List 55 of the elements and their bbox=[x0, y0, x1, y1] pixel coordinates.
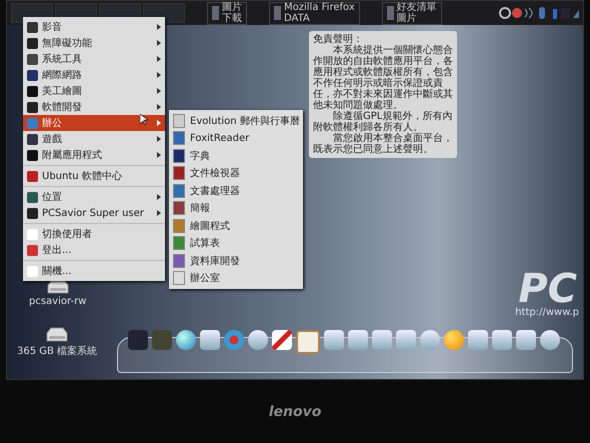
globe-icon[interactable] bbox=[176, 330, 196, 350]
menu-item[interactable]: 文書處理器 bbox=[169, 182, 303, 200]
tray-icons-drawing[interactable] bbox=[499, 6, 579, 20]
bezel-brand-text: lenovo bbox=[268, 404, 322, 420]
menu-item[interactable]: 登出... bbox=[23, 242, 165, 258]
submenu-arrow-icon bbox=[157, 88, 161, 94]
sun-icon[interactable] bbox=[444, 330, 464, 350]
mouse-cursor-icon bbox=[140, 114, 148, 126]
menu-item[interactable]: 辦公室 bbox=[169, 270, 303, 287]
submenu-arrow-icon bbox=[157, 120, 161, 126]
submenu-arrow-icon bbox=[157, 104, 161, 110]
note-title: 免責聲明： bbox=[313, 34, 364, 45]
menu-item[interactable]: 字典 bbox=[169, 147, 303, 164]
menu-item[interactable]: 文件檢視器 bbox=[169, 164, 303, 182]
note-paragraph: 當您啟用本整合桌面平台，既表示您已同意上述聲明。 bbox=[313, 133, 453, 155]
submenu-arrow-icon bbox=[157, 210, 161, 216]
tools-icon[interactable] bbox=[272, 330, 292, 350]
note-paragraph: 本系統提供一個關懷心態合作開放的自由軟體應用平台，各應用程式或軟體版權所有，包含不作任何明示或暗示保證或責任，亦不對未來因運作中斷或其他未知問題做處理。 bbox=[313, 45, 453, 111]
menu-item[interactable]: 試算表 bbox=[169, 234, 303, 252]
submenu-arrow-icon bbox=[157, 24, 161, 30]
menu-item[interactable]: 遊戲 bbox=[23, 131, 165, 147]
menu-item[interactable]: Ubuntu 軟體中心 bbox=[23, 168, 165, 184]
menu-item[interactable]: 資料庫開發 bbox=[169, 252, 303, 270]
desktop-icon-label[interactable]: pcsavior-rw bbox=[29, 296, 86, 307]
submenu-arrow-icon bbox=[157, 136, 161, 142]
menu-item[interactable]: 無障礙功能 bbox=[23, 35, 165, 51]
note-paragraph: 除遵循GPL規範外，所有內附軟體權利歸各所有人。 bbox=[313, 111, 453, 133]
taskbar-item[interactable]: 圖片 下載 bbox=[207, 2, 247, 24]
menu-item[interactable]: 繪圖程式 bbox=[169, 217, 303, 234]
submenu-arrow-icon bbox=[157, 40, 161, 46]
submenu-arrow-icon bbox=[157, 72, 161, 78]
menu-item[interactable]: 位置 bbox=[23, 189, 165, 205]
submenu-arrow-icon bbox=[157, 152, 161, 158]
taskbar-item[interactable]: Mozilla Firefox DATA bbox=[269, 2, 360, 24]
menu-item[interactable]: 切換使用者 bbox=[23, 226, 165, 242]
menu-item[interactable]: FoxitReader bbox=[169, 130, 303, 147]
menu-item[interactable]: PCSavior Super user bbox=[23, 205, 165, 221]
menu-item[interactable]: 網際網路 bbox=[23, 67, 165, 83]
submenu-arrow-icon bbox=[157, 194, 161, 200]
menu-item[interactable]: 簡報 bbox=[169, 200, 303, 217]
shield-icon[interactable] bbox=[224, 330, 244, 350]
menu-item[interactable]: 辦公 bbox=[23, 115, 165, 131]
menu-item[interactable]: 影音 bbox=[23, 19, 165, 35]
menu-item[interactable]: 關機... bbox=[23, 263, 165, 279]
menu-item[interactable]: 美工繪圖 bbox=[23, 83, 165, 99]
drive-icon[interactable] bbox=[44, 279, 71, 295]
taskbar-item[interactable]: 好友清單 圖片 bbox=[382, 2, 442, 24]
menu-item[interactable]: 軟體開發 bbox=[23, 99, 165, 115]
submenu-arrow-icon bbox=[157, 56, 161, 62]
menu-item[interactable]: 系統工具 bbox=[23, 51, 165, 67]
menu-item[interactable]: Evolution 郵件與行事曆 bbox=[169, 112, 303, 130]
menu-item[interactable]: 附屬應用程式 bbox=[23, 147, 165, 163]
desktop-icon-label[interactable]: 365 GB 檔案系統 bbox=[17, 344, 98, 358]
drive-icon[interactable] bbox=[44, 327, 70, 343]
clipboard-icon[interactable] bbox=[296, 330, 320, 354]
